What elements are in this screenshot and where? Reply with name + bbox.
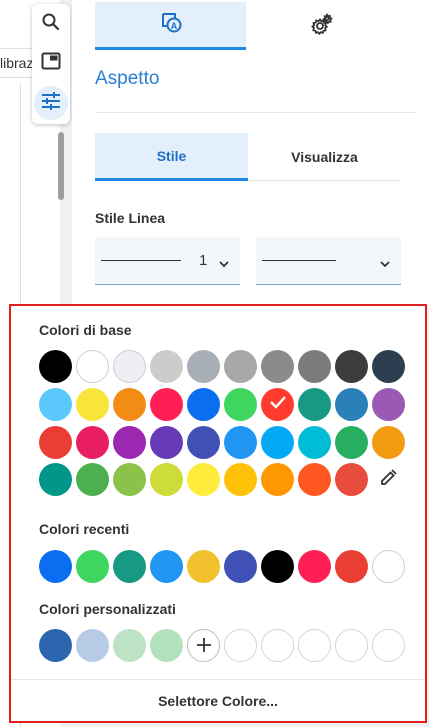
color-swatch[interactable] xyxy=(150,350,183,383)
eyedropper-button[interactable] xyxy=(372,463,405,496)
recent-color-swatch[interactable] xyxy=(224,550,257,583)
text-style-icon: A xyxy=(160,11,182,38)
divider xyxy=(95,112,417,113)
color-swatch[interactable] xyxy=(187,350,220,383)
color-swatch[interactable] xyxy=(113,426,146,459)
panel-top-tabs: A xyxy=(72,0,417,50)
color-swatch[interactable] xyxy=(39,426,72,459)
empty-custom-color-slot[interactable] xyxy=(335,629,368,662)
add-custom-color-button[interactable] xyxy=(187,629,220,662)
svg-text:A: A xyxy=(170,21,177,31)
style-subtabs: Stile Visualizza xyxy=(95,133,401,181)
custom-color-swatch[interactable] xyxy=(76,629,109,662)
recent-color-swatch[interactable] xyxy=(187,550,220,583)
recent-color-swatch[interactable] xyxy=(298,550,331,583)
custom-color-swatch[interactable] xyxy=(113,629,146,662)
color-swatch[interactable] xyxy=(224,388,257,421)
chevron-down-icon xyxy=(218,255,230,273)
color-swatch[interactable] xyxy=(261,463,294,496)
view-button[interactable] xyxy=(34,46,68,80)
color-swatch[interactable] xyxy=(150,463,183,496)
color-swatch[interactable] xyxy=(76,463,109,496)
color-swatch[interactable] xyxy=(335,350,368,383)
color-swatch[interactable] xyxy=(335,426,368,459)
color-swatch[interactable] xyxy=(224,426,257,459)
tab-style[interactable]: A xyxy=(95,2,246,50)
settings-sliders-button[interactable] xyxy=(34,86,68,120)
color-swatch[interactable] xyxy=(187,388,220,421)
line-style-label: Stile Linea xyxy=(95,210,166,226)
color-swatch[interactable] xyxy=(224,350,257,383)
recent-color-swatch[interactable] xyxy=(39,550,72,583)
empty-custom-color-slot[interactable] xyxy=(372,629,405,662)
color-swatch[interactable] xyxy=(261,426,294,459)
recent-color-swatch[interactable] xyxy=(113,550,146,583)
recent-color-swatch[interactable] xyxy=(372,550,405,583)
plus-icon xyxy=(196,635,212,657)
color-swatch[interactable] xyxy=(335,463,368,496)
recent-color-swatch[interactable] xyxy=(76,550,109,583)
color-swatch[interactable] xyxy=(261,350,294,383)
color-swatch[interactable] xyxy=(39,463,72,496)
empty-custom-color-slot[interactable] xyxy=(224,629,257,662)
empty-custom-color-slot[interactable] xyxy=(298,629,331,662)
custom-color-swatch[interactable] xyxy=(150,629,183,662)
panel-title: Aspetto xyxy=(95,68,160,89)
color-swatch[interactable] xyxy=(39,350,72,383)
custom-colors-label: Colori personalizzati xyxy=(39,601,176,617)
tab-advanced-settings[interactable] xyxy=(246,2,397,50)
recent-color-swatch[interactable] xyxy=(150,550,183,583)
line-dash-preview xyxy=(262,260,336,261)
color-swatch[interactable] xyxy=(113,388,146,421)
color-swatch[interactable] xyxy=(298,388,331,421)
scrollbar-thumb[interactable] xyxy=(58,132,64,200)
color-swatch[interactable] xyxy=(335,388,368,421)
color-swatch[interactable] xyxy=(224,463,257,496)
color-swatch[interactable] xyxy=(113,350,146,383)
recent-color-swatch[interactable] xyxy=(261,550,294,583)
search-button[interactable] xyxy=(34,7,68,41)
eyedropper-icon xyxy=(379,467,399,492)
tab-stile[interactable]: Stile xyxy=(95,133,248,181)
color-swatch[interactable] xyxy=(150,426,183,459)
color-swatch[interactable] xyxy=(298,350,331,383)
color-picker-button[interactable]: Selettore Colore... xyxy=(11,680,425,721)
color-swatch[interactable] xyxy=(298,463,331,496)
sliders-icon xyxy=(41,91,61,115)
recent-color-swatch[interactable] xyxy=(335,550,368,583)
tab-visualizza[interactable]: Visualizza xyxy=(248,133,401,181)
color-swatch[interactable] xyxy=(39,388,72,421)
color-swatch[interactable] xyxy=(76,426,109,459)
color-swatch[interactable] xyxy=(298,426,331,459)
picture-in-picture-icon xyxy=(41,52,61,75)
chevron-down-icon xyxy=(379,255,391,273)
empty-custom-color-slot[interactable] xyxy=(261,629,294,662)
vertical-toolbar xyxy=(32,4,70,124)
custom-color-swatch[interactable] xyxy=(39,629,72,662)
line-thickness-select[interactable]: 1 xyxy=(95,237,240,285)
color-swatch[interactable] xyxy=(187,426,220,459)
basic-colors-label: Colori di base xyxy=(39,322,132,338)
recent-colors-label: Colori recenti xyxy=(39,521,130,537)
line-thickness-value: 1 xyxy=(199,252,208,269)
color-swatch-selected[interactable] xyxy=(261,388,294,421)
settings-panel: A Aspetto Stile Visualizza Stile Linea 1 xyxy=(72,0,429,305)
color-swatch[interactable] xyxy=(76,350,109,383)
line-preview xyxy=(101,260,181,261)
color-swatch[interactable] xyxy=(372,426,405,459)
line-dash-select[interactable] xyxy=(256,237,401,285)
color-swatch[interactable] xyxy=(372,350,405,383)
color-swatch[interactable] xyxy=(187,463,220,496)
color-picker-popup: Colori di base Colori recenti Colori per… xyxy=(9,304,427,723)
color-swatch[interactable] xyxy=(150,388,183,421)
gear-icon xyxy=(310,12,333,40)
search-icon xyxy=(41,12,61,37)
color-swatch[interactable] xyxy=(372,388,405,421)
check-icon xyxy=(269,395,287,414)
color-swatch[interactable] xyxy=(76,388,109,421)
color-swatch[interactable] xyxy=(113,463,146,496)
